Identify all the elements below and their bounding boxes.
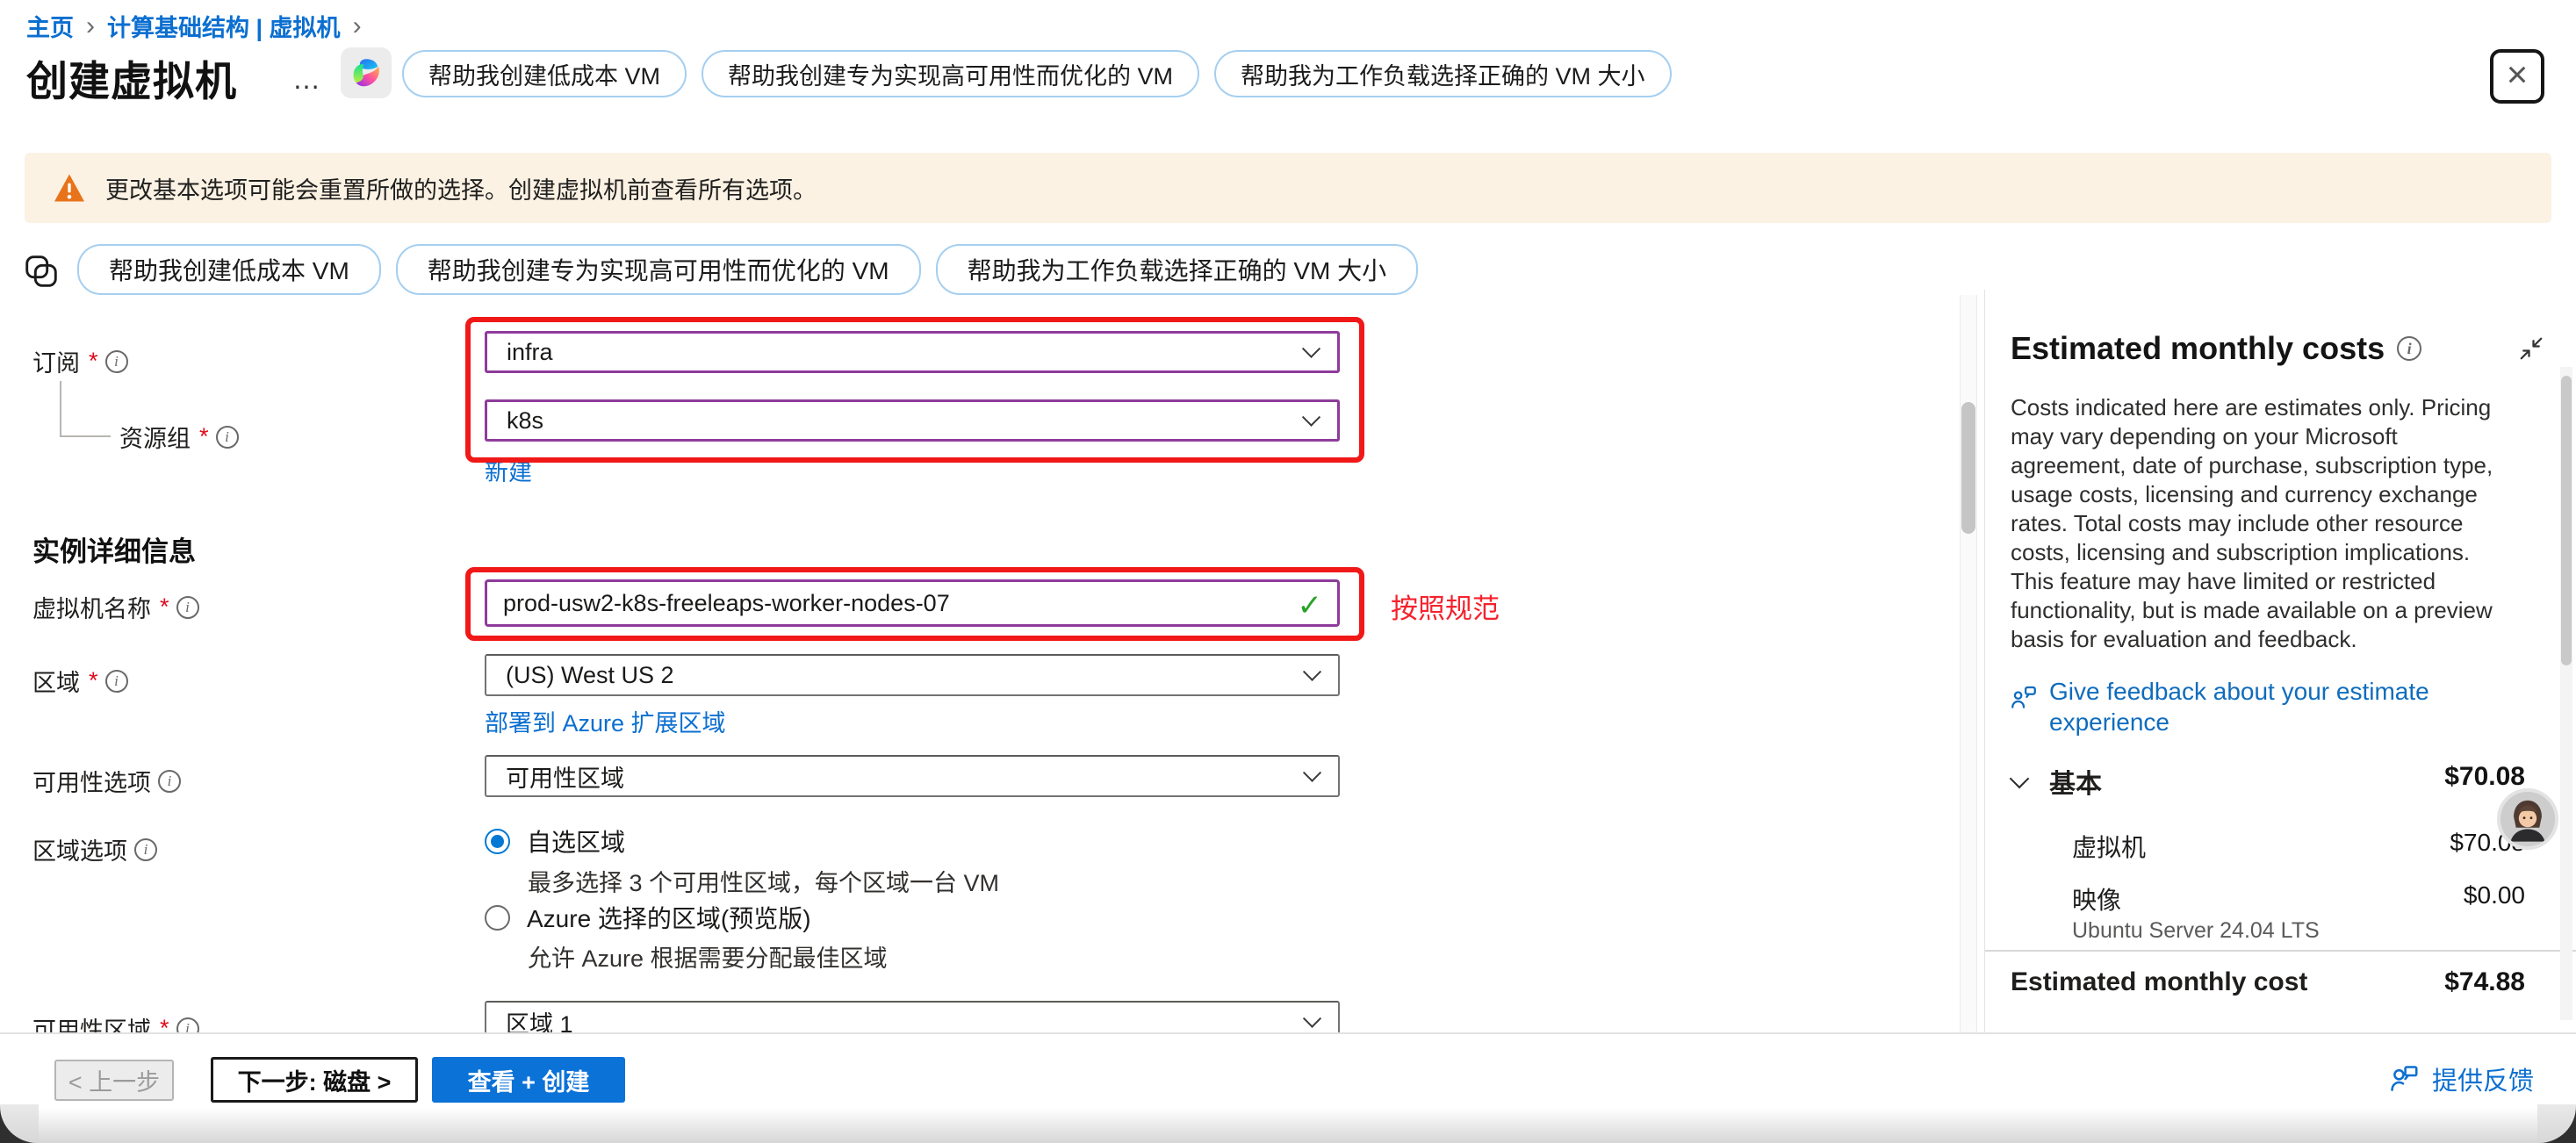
resource-group-dropdown[interactable]: k8s — [485, 399, 1340, 442]
chevron-down-icon — [1303, 763, 1321, 781]
suggestion-low-cost-vm-button[interactable]: 帮助我创建低成本 VM — [402, 50, 687, 97]
info-icon[interactable]: i — [158, 770, 181, 793]
valid-check-icon: ✓ — [1298, 588, 1323, 623]
warning-icon — [53, 173, 86, 203]
zone-option-self-select[interactable]: 自选区域 — [485, 823, 625, 859]
panel-scrollbar-thumb[interactable] — [2561, 376, 2572, 665]
feedback-bubbles-icon — [2009, 683, 2039, 737]
feedback-person-icon — [2387, 1062, 2421, 1096]
copilot-logo-icon — [348, 54, 385, 91]
warning-banner: 更改基本选项可能会重置所做的选择。创建虚拟机前查看所有选项。 — [25, 153, 2551, 223]
give-feedback-link[interactable]: 提供反馈 — [2387, 1060, 2534, 1097]
chevron-down-icon — [1303, 1009, 1321, 1027]
chevron-down-icon — [1302, 339, 1320, 357]
window-corner — [0, 1104, 39, 1143]
assistant-avatar[interactable] — [2497, 788, 2558, 850]
deploy-edge-zone-link[interactable]: 部署到 Azure 扩展区域 — [485, 704, 726, 738]
region-label: 区域 * i — [32, 664, 128, 698]
resource-group-label: 资源组 * i — [119, 420, 239, 454]
tree-connector — [60, 435, 111, 437]
copilot-button[interactable] — [341, 47, 392, 98]
content-scrollbar-thumb[interactable] — [1961, 402, 1975, 534]
content-scrollbar-track[interactable] — [1960, 295, 1977, 1032]
cost-vm-label: 虚拟机 — [2072, 829, 2146, 864]
suggestion-low-cost-vm-button[interactable]: 帮助我创建低成本 VM — [77, 244, 381, 295]
chevron-down-icon — [2010, 769, 2030, 789]
required-mark: * — [160, 593, 169, 621]
zone-options-label: 区域选项 i — [32, 832, 157, 866]
cost-image-subtext: Ubuntu Server 24.04 LTS — [2072, 918, 2320, 944]
suggestion-high-availability-button[interactable]: 帮助我创建专为实现高可用性而优化的 VM — [396, 244, 921, 295]
radio-unselected-icon — [485, 905, 510, 931]
info-icon[interactable]: i — [134, 838, 157, 861]
breadcrumb: 主页 › 计算基础结构 | 虚拟机 › — [26, 9, 365, 43]
cost-group-basic-row[interactable]: 基本 — [2012, 762, 2102, 801]
create-vm-page: 主页 › 计算基础结构 | 虚拟机 › 创建虚拟机 … 帮助我创建低成本 VM … — [0, 0, 2576, 1143]
info-icon[interactable]: i — [105, 670, 128, 693]
window-bottom-edge — [0, 1108, 2576, 1143]
subscription-dropdown[interactable]: infra — [485, 331, 1340, 373]
cost-group-amount: $70.08 — [2444, 762, 2525, 792]
vm-name-input[interactable] — [485, 579, 1340, 627]
cost-image-amount: $0.00 — [2464, 881, 2525, 909]
instance-details-heading: 实例详细信息 — [32, 529, 196, 569]
vm-name-label: 虚拟机名称 * i — [32, 590, 199, 624]
previous-step-button[interactable]: < 上一步 — [54, 1060, 174, 1101]
next-step-disks-button[interactable]: 下一步: 磁盘 > — [211, 1057, 418, 1103]
suggestion-right-size-button[interactable]: 帮助我为工作负载选择正确的 VM 大小 — [1214, 50, 1672, 97]
estimate-feedback-link[interactable]: Give feedback about your estimate experi… — [2009, 676, 2471, 737]
breadcrumb-section-link[interactable]: 计算基础结构 | 虚拟机 — [107, 9, 341, 43]
info-icon[interactable]: i — [176, 596, 199, 619]
window-corner — [2537, 1104, 2576, 1143]
radio-selected-icon — [485, 829, 510, 854]
costs-panel-title: Estimated monthly costs — [2011, 330, 2385, 367]
chevron-down-icon — [1302, 407, 1320, 426]
estimate-feedback-label: Give feedback about your estimate experi… — [2049, 676, 2471, 737]
panel-scrollbar-track[interactable] — [2560, 367, 2572, 1020]
availability-options-label: 可用性选项 i — [32, 764, 181, 798]
info-icon[interactable]: i — [216, 426, 239, 449]
more-menu-button[interactable]: … — [292, 63, 323, 96]
give-feedback-label: 提供反馈 — [2432, 1060, 2534, 1097]
total-cost-amount: $74.88 — [2444, 967, 2525, 997]
tree-connector — [60, 381, 61, 436]
breadcrumb-separator-icon: › — [349, 11, 365, 41]
suggestion-right-size-button[interactable]: 帮助我为工作负载选择正确的 VM 大小 — [936, 244, 1419, 295]
cost-group-label: 基本 — [2049, 762, 2102, 801]
breadcrumb-separator-icon: › — [83, 11, 98, 41]
body-copilot-suggestions: 帮助我创建低成本 VM 帮助我创建专为实现高可用性而优化的 VM 帮助我为工作负… — [77, 244, 1418, 295]
warning-text: 更改基本选项可能会重置所做的选择。创建虚拟机前查看所有选项。 — [105, 171, 817, 205]
close-button[interactable]: × — [2490, 49, 2544, 104]
subscription-label: 订阅 * i — [32, 344, 128, 378]
create-new-resource-group-link[interactable]: 新建 — [485, 453, 532, 487]
breadcrumb-home-link[interactable]: 主页 — [26, 9, 74, 43]
collapse-panel-icon[interactable] — [2518, 335, 2544, 366]
required-mark: * — [89, 667, 98, 694]
panel-divider — [1985, 950, 2576, 952]
zone-option-azure-description: 允许 Azure 根据需要分配最佳区域 — [528, 939, 888, 974]
info-icon[interactable]: i — [2397, 336, 2421, 361]
header-copilot-suggestions: 帮助我创建低成本 VM 帮助我创建专为实现高可用性而优化的 VM 帮助我为工作负… — [402, 50, 1672, 97]
required-mark: * — [199, 423, 209, 450]
chevron-down-icon — [1303, 662, 1321, 680]
zone-option-self-description: 最多选择 3 个可用性区域，每个区域一台 VM — [528, 864, 999, 898]
region-dropdown[interactable]: (US) West US 2 — [485, 654, 1340, 696]
close-icon: × — [2507, 56, 2529, 93]
page-title: 创建虚拟机 — [26, 47, 237, 108]
footer-bar: < 上一步 下一步: 磁盘 > 查看 + 创建 提供反馈 — [0, 1032, 2576, 1108]
vm-name-field-wrap: ✓ — [485, 579, 1340, 627]
total-cost-label: Estimated monthly cost — [2011, 967, 2307, 997]
zone-option-azure-select[interactable]: Azure 选择的区域(预览版) — [485, 900, 811, 935]
cost-image-label: 映像 — [2072, 881, 2121, 917]
suggestion-high-availability-button[interactable]: 帮助我创建专为实现高可用性而优化的 VM — [702, 50, 1199, 97]
costs-panel-title-row: Estimated monthly costs i — [2011, 330, 2421, 367]
info-icon[interactable]: i — [105, 350, 128, 373]
required-mark: * — [89, 348, 98, 375]
availability-options-dropdown[interactable]: 可用性区域 — [485, 755, 1340, 797]
annotation-text: 按照规范 — [1391, 586, 1500, 626]
costs-disclaimer-text: Costs indicated here are estimates only.… — [2011, 393, 2516, 654]
review-create-button[interactable]: 查看 + 创建 — [432, 1057, 625, 1103]
copilot-outline-icon — [21, 251, 61, 296]
